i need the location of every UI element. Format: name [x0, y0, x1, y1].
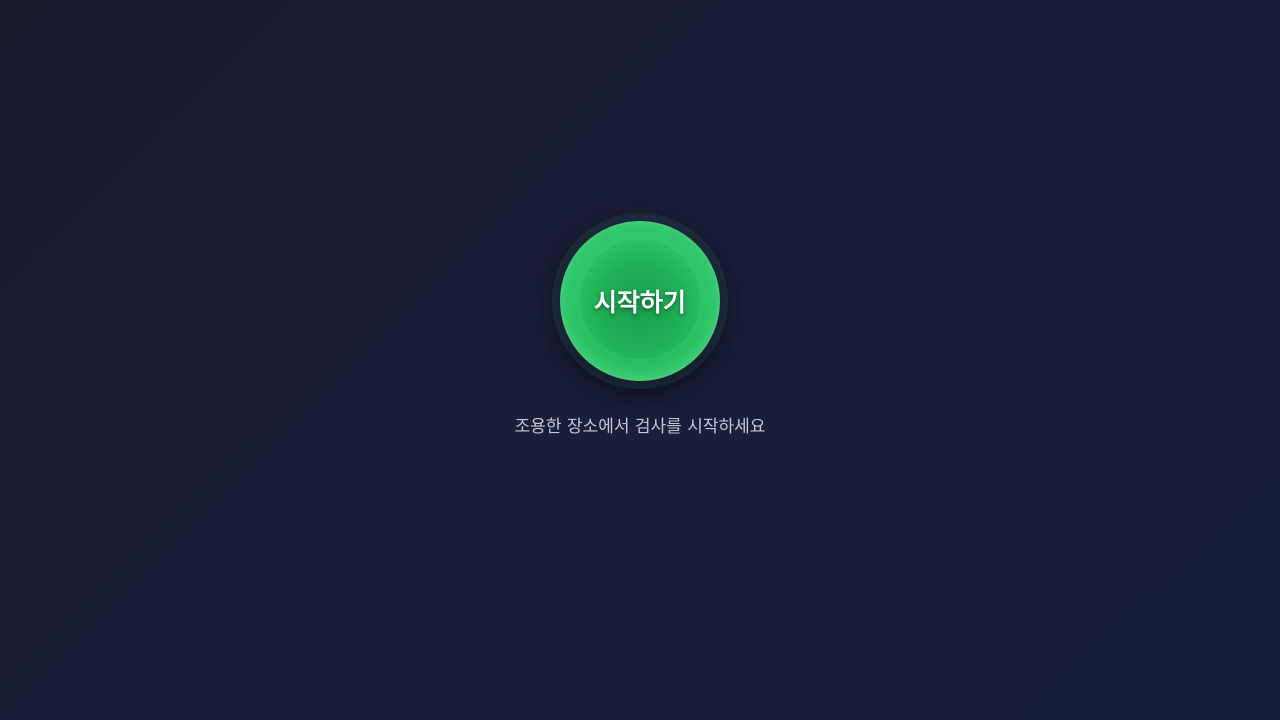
start-button-label: 시작하기	[593, 288, 686, 317]
start-button[interactable]: 시작하기	[560, 221, 720, 381]
start-screen: 시작하기 조용한 장소에서 검사를 시작하세요	[0, 0, 1280, 720]
instruction-text: 조용한 장소에서 검사를 시작하세요	[514, 417, 766, 437]
